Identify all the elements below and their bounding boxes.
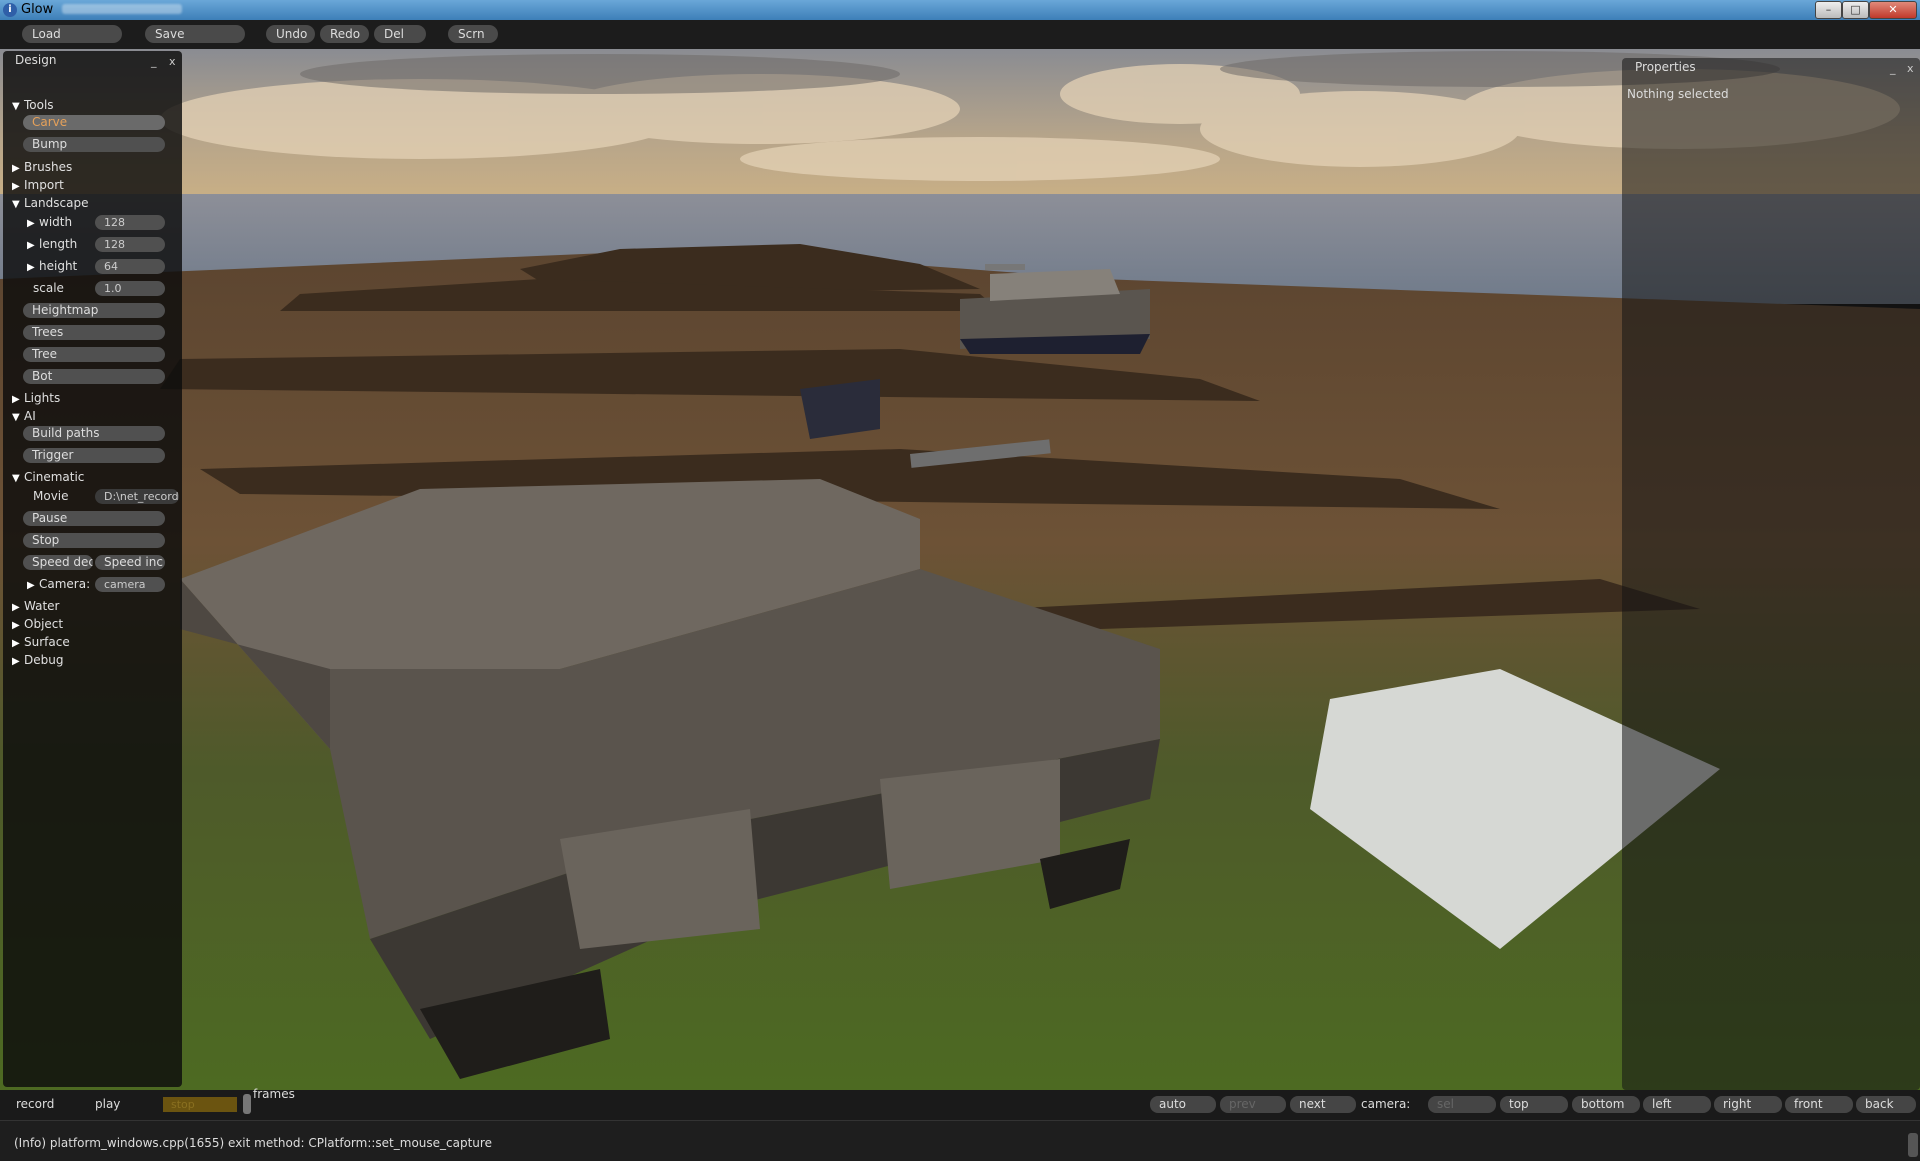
collapsed-triangle-icon: ▶ (12, 656, 20, 667)
next-button[interactable]: next (1290, 1096, 1356, 1113)
landscape-length-item[interactable]: ▶ length (27, 236, 77, 252)
camera-sel-button[interactable]: sel (1428, 1096, 1496, 1113)
stop-playback-button[interactable]: stop (163, 1097, 237, 1112)
window-title-bar: i Glow – □ ✕ (0, 0, 1920, 20)
trigger-button[interactable]: Trigger (23, 448, 165, 463)
close-window-button[interactable]: ✕ (1869, 1, 1917, 19)
bump-button[interactable]: Bump (23, 137, 165, 152)
camera-field[interactable]: camera (95, 577, 165, 592)
landscape-length-field[interactable]: 128 (95, 237, 165, 252)
auto-button[interactable]: auto (1150, 1096, 1216, 1113)
camera-top-button[interactable]: top (1500, 1096, 1568, 1113)
collapsed-triangle-icon: ▶ (27, 580, 35, 591)
expanded-triangle-icon: ▼ (12, 199, 20, 210)
landscape-scale-label: scale (33, 281, 64, 295)
stop-button[interactable]: Stop (23, 533, 165, 548)
tree-surface[interactable]: ▶ Surface (12, 634, 70, 650)
minimize-window-button[interactable]: – (1815, 1, 1842, 19)
collapsed-triangle-icon: ▶ (12, 181, 20, 192)
cinematic-camera-item[interactable]: ▶ Camera: (27, 576, 90, 592)
maximize-window-button[interactable]: □ (1842, 1, 1869, 19)
expanded-triangle-icon: ▼ (12, 101, 20, 112)
design-panel: Design _ x ▼ Tools Carve Bump ▶ Brushes ▶ I… (3, 51, 182, 1087)
expanded-triangle-icon: ▼ (12, 412, 20, 423)
landscape-height-field[interactable]: 64 (95, 259, 165, 274)
speed-dec-button[interactable]: Speed dec (23, 555, 93, 570)
tree-tools[interactable]: ▼ Tools (12, 97, 54, 113)
tree-ai[interactable]: ▼ AI (12, 408, 36, 424)
camera-right-button[interactable]: right (1714, 1096, 1782, 1113)
tree-debug[interactable]: ▶ Debug (12, 652, 63, 668)
record-button[interactable]: record (16, 1097, 54, 1111)
screenshot-button[interactable]: Scrn (448, 25, 498, 43)
tree-landscape[interactable]: ▼ Landscape (12, 195, 88, 211)
app-info-icon: i (3, 3, 17, 17)
frames-slider-handle[interactable] (243, 1094, 251, 1114)
build-paths-button[interactable]: Build paths (23, 426, 165, 441)
properties-panel-close-button[interactable]: x (1907, 62, 1914, 75)
design-panel-close-button[interactable]: x (169, 55, 176, 68)
properties-status: Nothing selected (1627, 87, 1729, 101)
collapsed-triangle-icon: ▶ (27, 240, 35, 251)
save-button[interactable]: Save (145, 25, 245, 43)
camera-front-button[interactable]: front (1785, 1096, 1853, 1113)
landscape-scale-field[interactable]: 1.0 (95, 281, 165, 296)
properties-panel: Properties _ x Nothing selected (1622, 58, 1920, 1090)
tree-brushes[interactable]: ▶ Brushes (12, 159, 72, 175)
collapsed-triangle-icon: ▶ (12, 638, 20, 649)
delete-button[interactable]: Del (374, 25, 426, 43)
collapsed-triangle-icon: ▶ (12, 163, 20, 174)
collapsed-triangle-icon: ▶ (12, 602, 20, 613)
pause-button[interactable]: Pause (23, 511, 165, 526)
window-title-blurred (62, 4, 182, 14)
load-button[interactable]: Load (22, 25, 122, 43)
collapsed-triangle-icon: ▶ (12, 620, 20, 631)
collapsed-triangle-icon: ▶ (12, 394, 20, 405)
collapsed-triangle-icon: ▶ (27, 262, 35, 273)
properties-panel-minimize-button[interactable]: _ (1890, 62, 1896, 75)
camera-left-button[interactable]: left (1643, 1096, 1711, 1113)
carve-button[interactable]: Carve (23, 115, 165, 130)
window-title: Glow (21, 2, 54, 17)
tree-button[interactable]: Tree (23, 347, 165, 362)
design-panel-minimize-button[interactable]: _ (151, 55, 157, 68)
log-scrollbar[interactable] (1908, 1133, 1918, 1157)
heightmap-button[interactable]: Heightmap (23, 303, 165, 318)
design-panel-title: Design (15, 53, 57, 67)
camera-bottom-button[interactable]: bottom (1572, 1096, 1640, 1113)
playback-bar: record play stop frames auto prev next c… (0, 1087, 1920, 1120)
collapsed-triangle-icon: ▶ (27, 218, 35, 229)
landscape-width-item[interactable]: ▶ width (27, 214, 72, 230)
landscape-width-field[interactable]: 128 (95, 215, 165, 230)
prev-button[interactable]: prev (1220, 1096, 1286, 1113)
properties-panel-title: Properties (1635, 60, 1696, 74)
frames-label: frames (253, 1087, 295, 1101)
redo-button[interactable]: Redo (320, 25, 369, 43)
landscape-height-item[interactable]: ▶ height (27, 258, 77, 274)
movie-path-field[interactable]: D:\net_record.glw (95, 489, 179, 504)
speed-inc-button[interactable]: Speed inc (95, 555, 165, 570)
undo-button[interactable]: Undo (266, 25, 315, 43)
movie-label: Movie (33, 489, 69, 503)
tree-lights[interactable]: ▶ Lights (12, 390, 60, 406)
main-toolbar: Load Save Undo Redo Del Scrn (0, 20, 1920, 49)
play-button[interactable]: play (95, 1097, 120, 1111)
log-message: (Info) platform_windows.cpp(1655) exit m… (14, 1136, 492, 1150)
tree-water[interactable]: ▶ Water (12, 598, 59, 614)
tree-cinematic[interactable]: ▼ Cinematic (12, 469, 84, 485)
log-status-bar: (Info) platform_windows.cpp(1655) exit m… (0, 1120, 1920, 1161)
bot-button[interactable]: Bot (23, 369, 165, 384)
trees-button[interactable]: Trees (23, 325, 165, 340)
tree-object[interactable]: ▶ Object (12, 616, 63, 632)
camera-back-button[interactable]: back (1856, 1096, 1916, 1113)
tree-import[interactable]: ▶ Import (12, 177, 64, 193)
camera-label: camera: (1361, 1097, 1411, 1111)
expanded-triangle-icon: ▼ (12, 473, 20, 484)
